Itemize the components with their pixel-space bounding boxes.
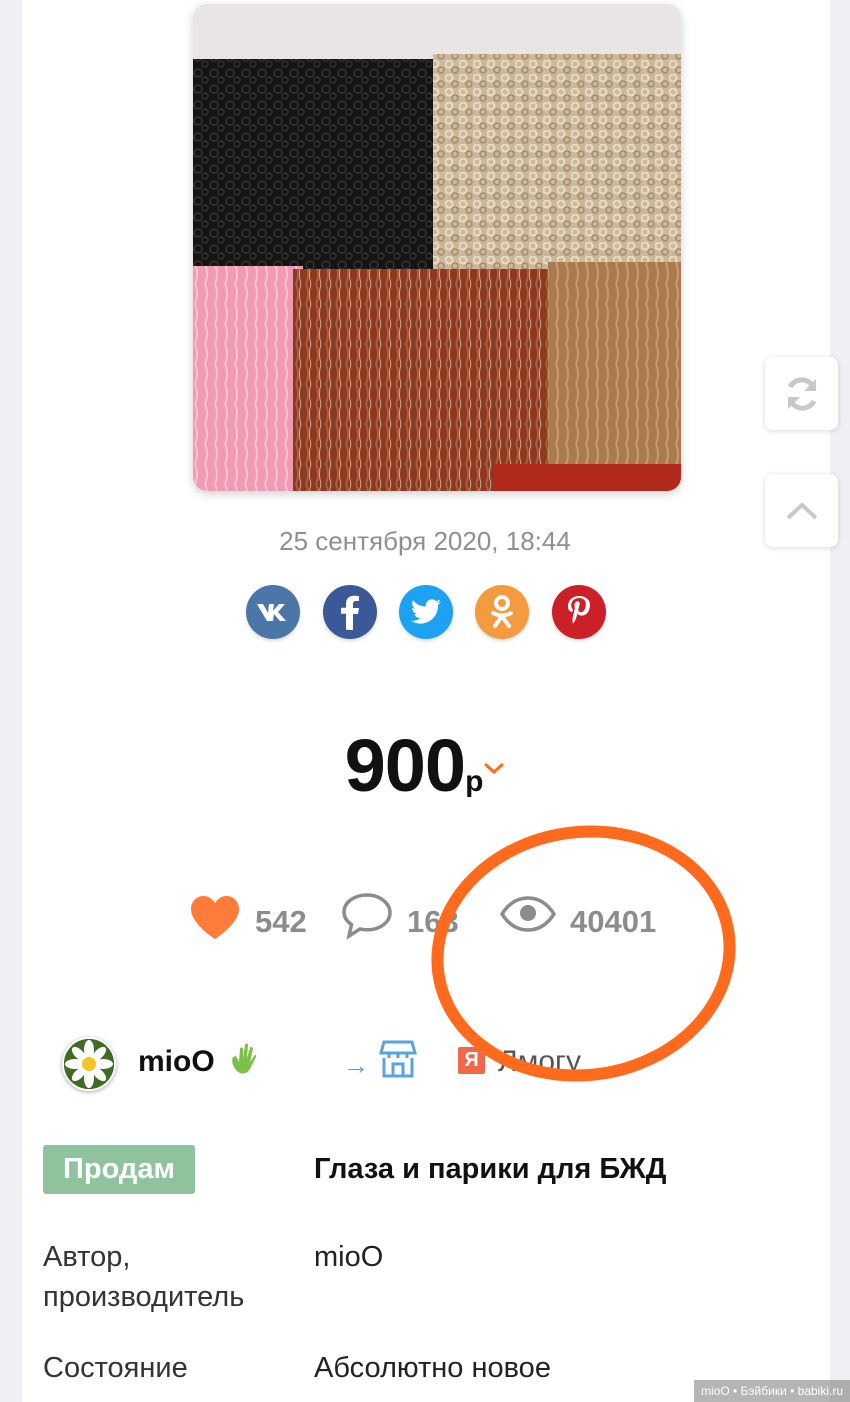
likes-count: 542 [255, 904, 307, 939]
facebook-icon [341, 595, 359, 630]
author-label: Автор, производитель [43, 1237, 244, 1317]
shop-icon[interactable] [378, 1039, 418, 1084]
twitter-icon [411, 599, 441, 624]
avatar[interactable] [62, 1037, 116, 1091]
product-photo[interactable] [193, 4, 681, 491]
post-stats: 542 163 40401 [0, 890, 850, 950]
price-currency: р [465, 765, 484, 798]
watermark: mioO • Бэйбики • babiki.ru [694, 1380, 850, 1402]
listing-title: Глаза и парики для БЖД [314, 1153, 667, 1185]
comments-count: 163 [407, 904, 459, 939]
sell-badge: Продам [43, 1145, 195, 1194]
yandex-icon[interactable]: Я [458, 1047, 485, 1074]
wig-samples-image [193, 4, 681, 491]
author-value[interactable]: mioO [314, 1237, 383, 1277]
condition-label: Состояние [43, 1352, 188, 1384]
eye-icon [499, 896, 557, 937]
views-count: 40401 [570, 904, 657, 939]
vk-share-button[interactable] [246, 585, 300, 639]
shop-arrow: → [343, 1050, 369, 1080]
comment-icon[interactable] [341, 892, 393, 945]
refresh-button[interactable] [765, 357, 838, 430]
facebook-share-button[interactable] [323, 585, 377, 639]
pinterest-icon [568, 596, 590, 624]
author-label-line2: производитель [43, 1281, 245, 1313]
seller-row: mioO → Я Лмогу [0, 1030, 850, 1100]
hands-icon [229, 1041, 265, 1084]
price-value: 900 [344, 724, 466, 807]
currency-dropdown-icon[interactable] [483, 761, 505, 780]
yandex-label[interactable]: Лмогу [498, 1045, 581, 1079]
twitter-share-button[interactable] [399, 585, 453, 639]
seller-name[interactable]: mioO [138, 1045, 215, 1079]
price: 900р [0, 723, 850, 807]
heart-icon[interactable] [189, 895, 241, 946]
vk-icon [257, 604, 286, 621]
odnoklassniki-icon [491, 595, 513, 628]
odnoklassniki-share-button[interactable] [475, 585, 529, 639]
author-label-line1: Автор, [43, 1241, 131, 1273]
chevron-up-icon [786, 501, 817, 519]
daisy-avatar-image [64, 1039, 114, 1089]
condition-value: Абсолютно новое [314, 1352, 551, 1384]
pinterest-share-button[interactable] [552, 585, 606, 639]
post-date: 25 сентября 2020, 18:44 [279, 526, 571, 556]
share-bar [246, 585, 606, 639]
refresh-icon [787, 376, 816, 411]
scroll-top-button[interactable] [765, 474, 838, 547]
